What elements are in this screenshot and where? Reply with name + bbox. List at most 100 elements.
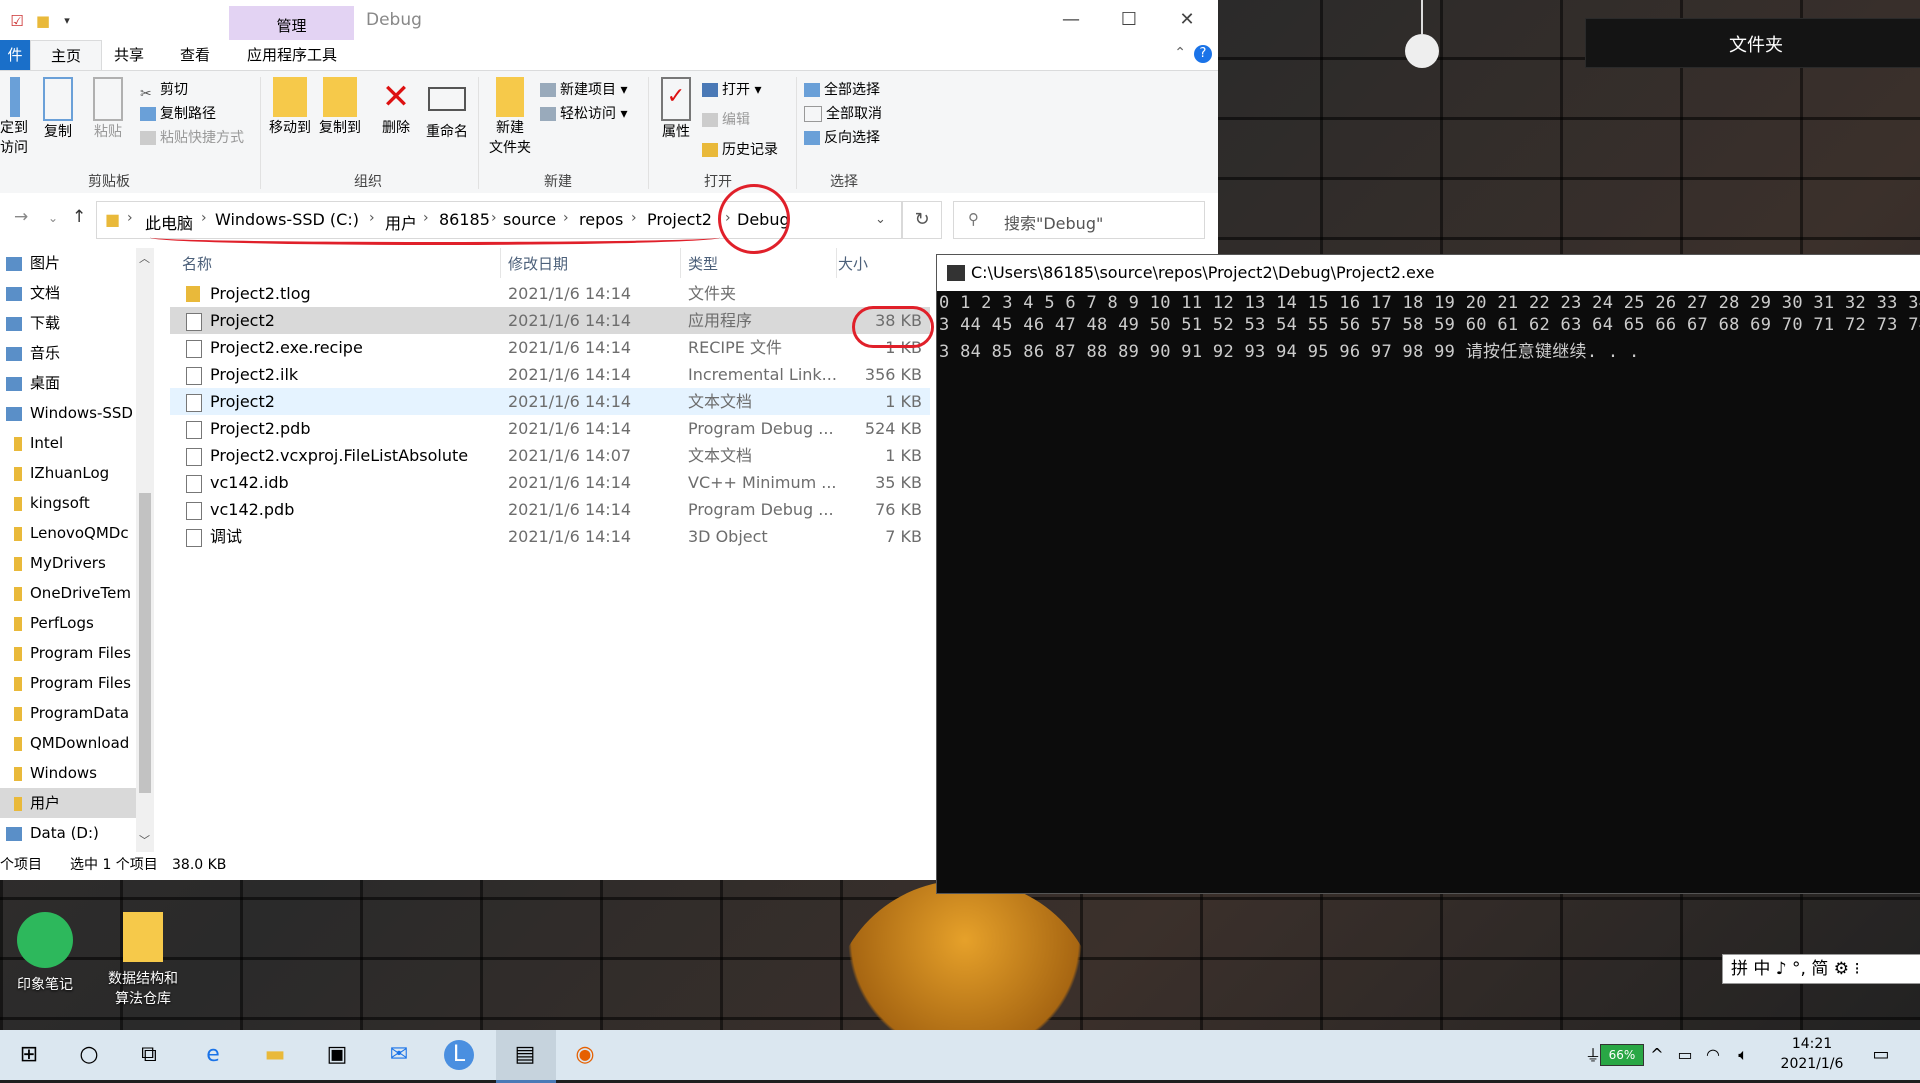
lenovo-app-icon[interactable]: L [444,1040,474,1070]
nav-item[interactable]: LenovoQMDc [0,518,136,548]
file-row[interactable]: Project2.pdb 2021/1/6 14:14 Program Debug … [170,415,930,442]
clock[interactable]: 14:21 2021/1/6 [1772,1034,1852,1074]
tab-share[interactable]: 共享 [100,40,158,70]
column-divider[interactable] [836,248,837,278]
file-explorer-icon[interactable]: ▬ [258,1038,292,1072]
start-windows-icon[interactable]: ⊞ [12,1038,46,1072]
file-row[interactable]: Project2.vcxproj.FileListAbsolute 2021/1/… [170,442,930,469]
column-divider[interactable] [500,248,501,278]
move-to-button[interactable]: 移动到 [266,77,314,167]
desktop-icon-evernote[interactable]: 印象笔记 [0,912,90,994]
easy-access-button[interactable]: 轻松访问 ▾ [540,103,627,125]
column-header-size[interactable]: 大小 [838,253,868,274]
nav-scrollbar[interactable]: ︿ ﹀ [136,248,154,852]
breadcrumb-drive[interactable]: Windows-SSD (C:) [215,210,359,229]
nav-item[interactable]: IZhuanLog [0,458,136,488]
ime-toolbar[interactable]: 拼 中 ♪ °, 简 ⚙ ⁝ [1722,954,1920,984]
nav-item[interactable]: 下载 [0,308,136,338]
mail-icon[interactable]: ✉ [382,1038,416,1072]
paste-button[interactable]: 粘贴 [90,77,126,167]
firefox-icon[interactable]: ◉ [568,1038,602,1072]
properties-button[interactable]: ✓ 属性 [656,77,696,167]
copy-button[interactable]: 复制 [40,77,76,167]
scroll-down-icon[interactable]: ﹀ [139,832,150,848]
nav-item[interactable]: Windows [0,758,136,788]
breadcrumb-repos[interactable]: repos [579,210,623,229]
invert-selection-button[interactable]: 反向选择 [804,127,880,149]
nav-item[interactable]: Program Files [0,668,136,698]
store-icon[interactable]: ▣ [320,1038,354,1072]
minimize-button[interactable]: — [1042,0,1100,40]
file-row[interactable]: vc142.pdb 2021/1/6 14:14 Program Debug ...… [170,496,930,523]
select-all-button[interactable]: 全部选择 [804,79,880,101]
nav-item[interactable]: 音乐 [0,338,136,368]
folder-quick-icon[interactable]: ■ [34,12,52,30]
properties-check-icon[interactable]: ☑ [8,12,26,30]
wifi-icon[interactable]: ◠ [1696,1038,1730,1072]
rename-button[interactable]: 重命名 [422,77,472,167]
nav-item[interactable]: Program Files [0,638,136,668]
cut-button[interactable]: ✂ 剪切 [140,79,188,102]
nav-item[interactable]: 用户 [0,788,136,818]
tab-view[interactable]: 查看 [166,40,224,70]
nav-item[interactable]: Windows-SSD ( [0,398,136,428]
history-button[interactable]: 历史记录 [702,139,778,161]
console-taskbar-icon[interactable]: ▤ [508,1038,542,1072]
breadcrumb-project2[interactable]: Project2 [647,210,712,229]
breadcrumb-user[interactable]: 86185 [439,210,490,229]
tab-home[interactable]: 主页 [30,40,102,71]
nav-item[interactable]: QMDownload [0,728,136,758]
file-row[interactable]: Project2 2021/1/6 14:14 应用程序 38 KB [170,307,930,334]
nav-item[interactable]: OneDriveTem [0,578,136,608]
delete-button[interactable]: ✕ 删除 [376,77,416,167]
cat-widget-icon[interactable] [1405,34,1439,68]
copy-path-button[interactable]: 复制路径 [140,103,216,125]
column-header-date[interactable]: 修改日期 [508,253,568,274]
back-arrow-icon[interactable]: → [14,207,28,227]
edit-button[interactable]: 编辑 [702,109,750,131]
new-folder-button[interactable]: 新建 文件夹 [484,77,536,167]
file-row[interactable]: Project2.ilk 2021/1/6 14:14 Incremental Li… [170,361,930,388]
nav-item[interactable]: 文档 [0,278,136,308]
open-button[interactable]: 打开 ▾ [702,79,761,101]
battery-indicator[interactable]: 66% [1600,1044,1644,1066]
nav-item[interactable]: kingsoft [0,488,136,518]
file-row[interactable]: Project2.tlog 2021/1/6 14:14 文件夹 [170,280,930,307]
nav-scroll-thumb[interactable] [139,493,151,793]
address-dropdown-icon[interactable]: ⌄ [875,212,886,227]
paste-shortcut-button[interactable]: 粘贴快捷方式 [140,127,244,149]
tab-application-tools[interactable]: 应用程序工具 [230,40,354,70]
select-none-button[interactable]: 全部取消 [804,103,882,125]
file-row[interactable]: Project2.exe.recipe 2021/1/6 14:14 RECIPE … [170,334,930,361]
nav-item[interactable]: Intel [0,428,136,458]
task-view-icon[interactable]: ⧉ [132,1038,166,1072]
nav-item[interactable]: 图片 [0,248,136,278]
breadcrumb-source[interactable]: source [503,210,556,229]
column-header-name[interactable]: 名称 [182,253,212,274]
column-divider[interactable] [680,248,681,278]
maximize-button[interactable]: ☐ [1100,0,1158,40]
file-row[interactable]: 调试 2021/1/6 14:14 3D Object 7 KB [170,523,930,550]
scroll-up-icon[interactable]: ︿ [139,250,150,266]
quick-access-dropdown-icon[interactable]: ▾ [58,12,76,30]
folder-widget[interactable]: 文件夹 [1585,18,1920,68]
refresh-button[interactable]: ↻ [902,201,942,239]
console-window[interactable]: C:\Users\86185\source\repos\Project2\Deb… [936,254,1920,894]
file-row[interactable]: vc142.idb 2021/1/6 14:14 VC++ Minimum ... 3… [170,469,930,496]
new-item-button[interactable]: 新建项目 ▾ [540,79,627,101]
copy-to-button[interactable]: 复制到 [316,77,364,167]
nav-item[interactable]: MyDrivers [0,548,136,578]
nav-item[interactable]: PerfLogs [0,608,136,638]
volume-icon[interactable]: 🔈︎ [1726,1038,1760,1072]
file-row[interactable]: Project2 2021/1/6 14:14 文本文档 1 KB [170,388,930,415]
column-header-type[interactable]: 类型 [688,253,718,274]
nav-item[interactable]: ProgramData [0,698,136,728]
help-icon[interactable]: ? [1194,45,1212,63]
search-box[interactable]: ⚲ 搜索"Debug" [953,201,1205,239]
nav-item[interactable]: Data (D:) [0,818,136,848]
desktop-icon-folder[interactable]: 数据结构和 算法仓库 [98,912,188,1008]
nav-item[interactable]: 桌面 [0,368,136,398]
collapse-ribbon-icon[interactable]: ⌃ [1174,45,1186,61]
notification-icon[interactable]: ▭ [1864,1038,1898,1072]
tab-file[interactable]: 件 [0,40,30,70]
